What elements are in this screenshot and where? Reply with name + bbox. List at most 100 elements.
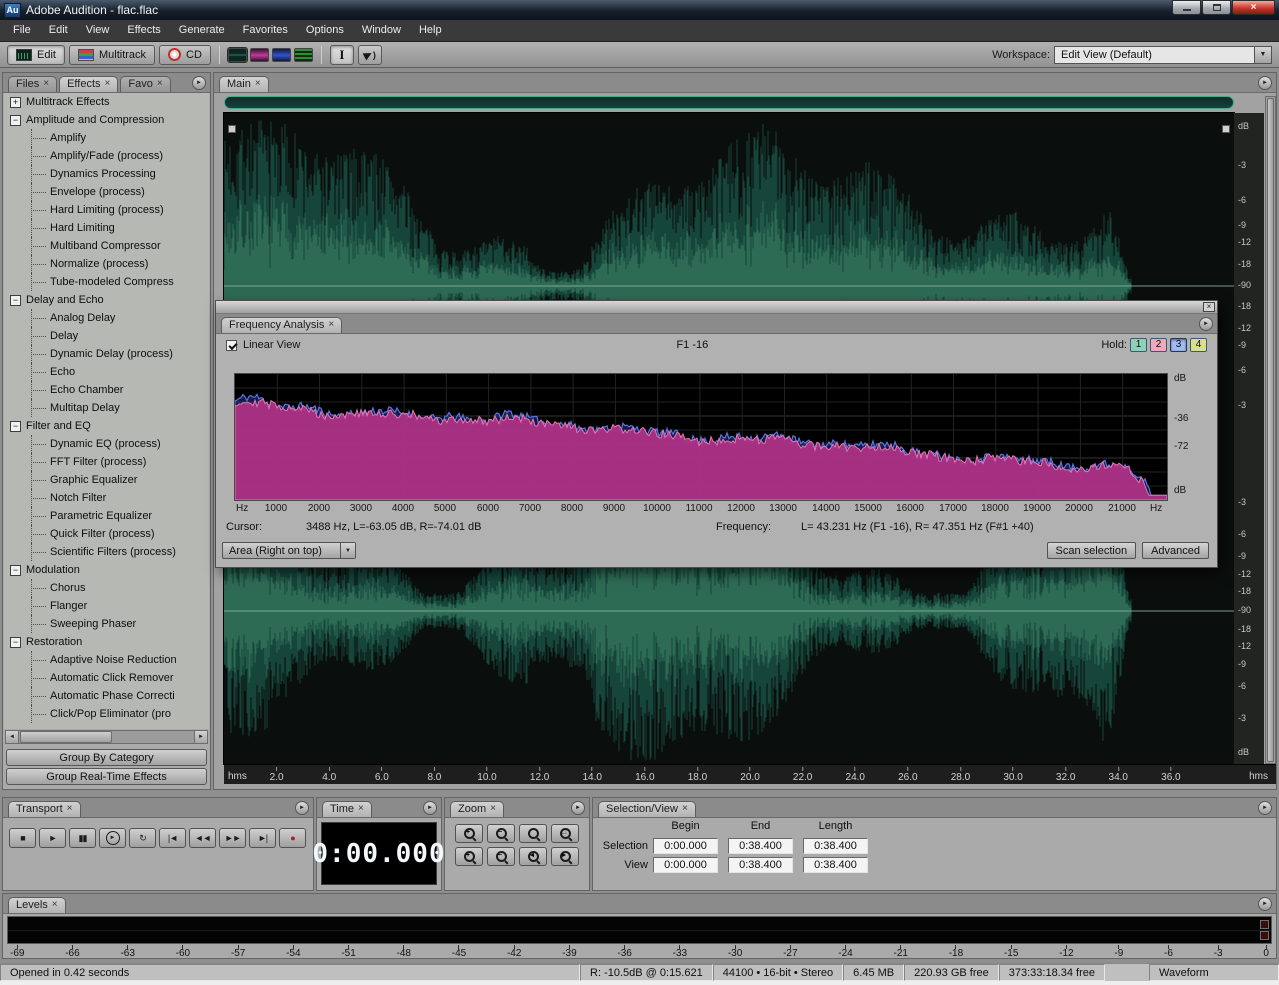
cd-view-button[interactable]: CD	[159, 45, 211, 65]
tab-frequency-analysis[interactable]: Frequency Analysis ×	[221, 317, 342, 333]
scan-selection-button[interactable]: Scan selection	[1047, 542, 1137, 559]
effect-item-fft-filter-process[interactable]: FFT Filter (process)	[4, 453, 209, 471]
edit-view-button[interactable]: Edit	[7, 45, 65, 65]
chevron-down-icon[interactable]: ▼	[340, 543, 355, 558]
stop-button[interactable]: ■	[9, 828, 36, 848]
effect-item-quick-filter-process[interactable]: Quick Filter (process)	[4, 525, 209, 543]
tab-close-icon[interactable]: ×	[67, 804, 73, 814]
effect-item-multiband-compressor[interactable]: Multiband Compressor	[4, 237, 209, 255]
effect-item-dynamic-eq-process[interactable]: Dynamic EQ (process)	[4, 435, 209, 453]
go-to-end-button[interactable]: ►|	[249, 828, 276, 848]
chevron-down-icon[interactable]: ▼	[1254, 47, 1271, 63]
tab-files[interactable]: Files×	[8, 76, 57, 92]
effect-item-parametric-equalizer[interactable]: Parametric Equalizer	[4, 507, 209, 525]
area-mode-select[interactable]: Area (Right on top) ▼	[222, 542, 356, 559]
effect-item-echo-chamber[interactable]: Echo Chamber	[4, 381, 209, 399]
effect-item-hard-limiting[interactable]: Hard Limiting	[4, 219, 209, 237]
multitrack-view-button[interactable]: Multitrack	[69, 45, 155, 65]
zoom-out-horizontal-button[interactable]: −	[487, 824, 515, 843]
tab-close-icon[interactable]: ×	[490, 804, 496, 814]
effect-item-tube-modeled-compress[interactable]: Tube-modeled Compress	[4, 273, 209, 291]
selection-end-field[interactable]: 0:38.400	[728, 838, 793, 854]
hold-1-button[interactable]: 1	[1130, 338, 1147, 352]
effect-item-adaptive-noise-reduction[interactable]: Adaptive Noise Reduction	[4, 651, 209, 669]
effect-item-echo[interactable]: Echo	[4, 363, 209, 381]
spectral-pan-view-icon[interactable]	[272, 48, 291, 62]
scrollbar-thumb[interactable]	[1267, 98, 1274, 762]
zoom-left-edge-button[interactable]: ◄	[519, 847, 547, 866]
selection-begin-field[interactable]: 0:00.000	[653, 838, 718, 854]
tab-levels[interactable]: Levels ×	[8, 897, 66, 913]
hold-3-button[interactable]: 3	[1170, 338, 1187, 352]
effect-item-graphic-equalizer[interactable]: Graphic Equalizer	[4, 471, 209, 489]
spectral-phase-view-icon[interactable]	[294, 48, 313, 62]
effect-item-click-pop-eliminator-pro[interactable]: Click/Pop Eliminator (pro	[4, 705, 209, 723]
menu-view[interactable]: View	[77, 20, 119, 41]
effect-category-modulation[interactable]: −Modulation	[4, 561, 209, 579]
panel-menu-icon[interactable]: ►	[423, 801, 437, 815]
waveform-view-icon[interactable]	[228, 48, 247, 62]
panel-menu-icon[interactable]: ►	[1258, 76, 1272, 90]
panel-menu-icon[interactable]: ►	[571, 801, 585, 815]
tab-main[interactable]: Main ×	[219, 76, 269, 92]
play-button[interactable]: ►	[39, 828, 66, 848]
selection-grip-right[interactable]	[1222, 125, 1230, 133]
panel-menu-icon[interactable]: ►	[1258, 897, 1272, 911]
zoom-out-full-button[interactable]	[519, 824, 547, 843]
tree-expander-icon[interactable]: −	[10, 565, 21, 576]
zoom-right-edge-button[interactable]: ►	[551, 847, 579, 866]
effect-category-multitrack-effects[interactable]: +Multitrack Effects	[4, 93, 209, 111]
effect-item-sweeping-phaser[interactable]: Sweeping Phaser	[4, 615, 209, 633]
group-by-category-button[interactable]: Group By Category	[6, 749, 207, 766]
menu-favorites[interactable]: Favorites	[234, 20, 297, 41]
effect-item-automatic-phase-correcti[interactable]: Automatic Phase Correcti	[4, 687, 209, 705]
zoom-in-horizontal-button[interactable]: +	[455, 824, 483, 843]
effect-item-multitap-delay[interactable]: Multitap Delay	[4, 399, 209, 417]
tab-transport[interactable]: Transport ×	[8, 801, 81, 817]
menu-help[interactable]: Help	[410, 20, 451, 41]
loop-button[interactable]: ↻	[129, 828, 156, 848]
tab-favo[interactable]: Favo×	[120, 76, 170, 92]
effect-item-dynamic-delay-process[interactable]: Dynamic Delay (process)	[4, 345, 209, 363]
rewind-button[interactable]: ◄◄	[189, 828, 216, 848]
tab-effects[interactable]: Effects×	[59, 76, 118, 92]
clip-indicator-left[interactable]	[1260, 920, 1269, 929]
hold-4-button[interactable]: 4	[1190, 338, 1207, 352]
tree-expander-icon[interactable]: +	[10, 97, 21, 108]
effect-category-filter-and-eq[interactable]: −Filter and EQ	[4, 417, 209, 435]
group-real-time-effects-button[interactable]: Group Real-Time Effects	[6, 768, 207, 785]
menu-effects[interactable]: Effects	[118, 20, 169, 41]
tree-expander-icon[interactable]: −	[10, 295, 21, 306]
menu-edit[interactable]: Edit	[40, 20, 77, 41]
close-icon[interactable]: ×	[1203, 302, 1215, 312]
hold-2-button[interactable]: 2	[1150, 338, 1167, 352]
effect-item-automatic-click-remover[interactable]: Automatic Click Remover	[4, 669, 209, 687]
effect-item-envelope-process[interactable]: Envelope (process)	[4, 183, 209, 201]
zoom-to-selection-button[interactable]: □	[551, 824, 579, 843]
workspace-select[interactable]: Edit View (Default) ▼	[1054, 46, 1272, 64]
tab-zoom[interactable]: Zoom ×	[450, 801, 504, 817]
timeline-ruler[interactable]: hms 2.04.06.08.010.012.014.016.018.020.0…	[224, 764, 1276, 784]
close-button[interactable]: ×	[1232, 0, 1275, 15]
effect-category-restoration[interactable]: −Restoration	[4, 633, 209, 651]
effect-item-notch-filter[interactable]: Notch Filter	[4, 489, 209, 507]
record-button[interactable]: ●	[279, 828, 306, 848]
scroll-left-icon[interactable]: ◄	[6, 731, 19, 743]
menu-generate[interactable]: Generate	[170, 20, 234, 41]
effect-item-dynamics-processing[interactable]: Dynamics Processing	[4, 165, 209, 183]
panel-menu-icon[interactable]: ►	[1199, 317, 1213, 331]
effect-item-flanger[interactable]: Flanger	[4, 597, 209, 615]
menu-file[interactable]: File	[4, 20, 40, 41]
selection-grip-left[interactable]	[228, 125, 236, 133]
tab-close-icon[interactable]: ×	[157, 79, 163, 89]
scroll-right-icon[interactable]: ►	[194, 731, 207, 743]
frequency-analysis-titlebar[interactable]: ×	[216, 301, 1217, 314]
tree-expander-icon[interactable]: −	[10, 637, 21, 648]
menu-options[interactable]: Options	[297, 20, 353, 41]
amplitude-ruler[interactable]: dB-3-6-9-12-18-90-18-12-9-6-3-3-6-9-12-1…	[1234, 113, 1264, 764]
advanced-button[interactable]: Advanced	[1142, 542, 1209, 559]
text-tool-button[interactable]: I	[330, 45, 354, 65]
effects-tree-scrollbar[interactable]: ◄ ►	[5, 730, 208, 744]
effect-item-normalize-process[interactable]: Normalize (process)	[4, 255, 209, 273]
effect-category-delay-and-echo[interactable]: −Delay and Echo	[4, 291, 209, 309]
